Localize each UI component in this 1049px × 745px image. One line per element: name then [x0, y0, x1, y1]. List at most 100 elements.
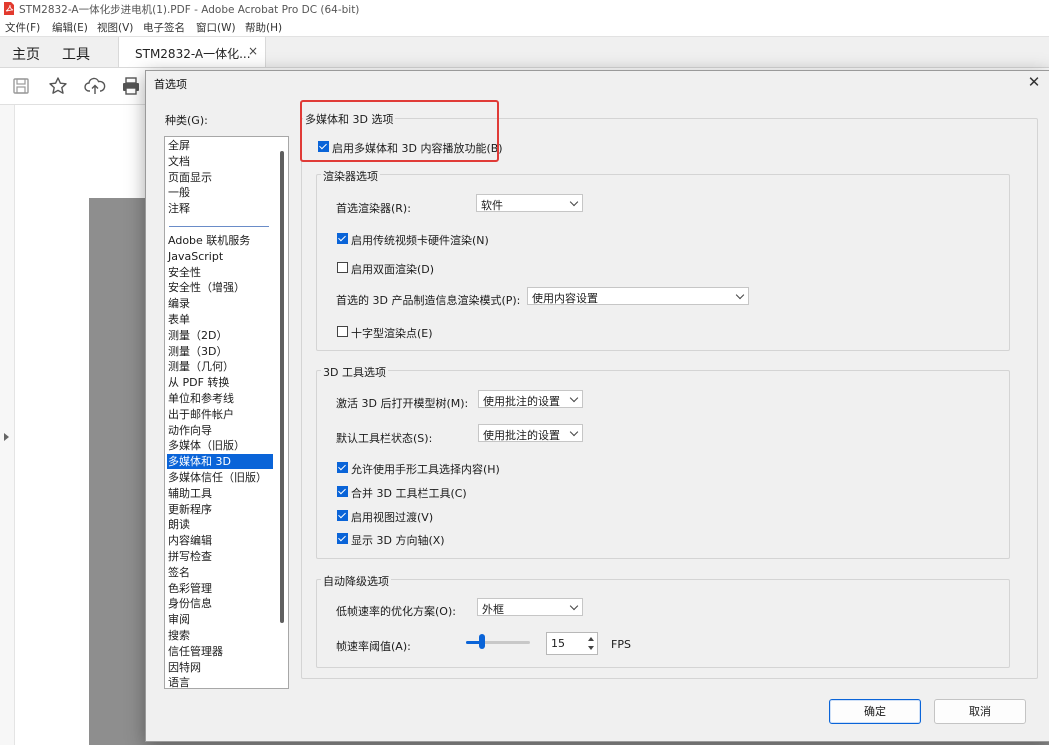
category-item[interactable]: 搜索 — [167, 628, 273, 643]
category-item[interactable]: 语言 — [167, 675, 273, 688]
menu-edit[interactable]: 编辑(E) — [52, 20, 88, 35]
double-sided-checkbox[interactable] — [337, 262, 348, 273]
view-transitions-checkbox[interactable] — [337, 510, 348, 521]
category-item[interactable]: 文档 — [167, 154, 273, 169]
category-item[interactable]: 表单 — [167, 312, 273, 327]
menu-file[interactable]: 文件(F) — [5, 20, 40, 35]
open-model-tree-select[interactable]: 使用批注的设置 — [478, 390, 583, 408]
navigation-pane-collapsed — [0, 105, 15, 745]
category-label: 种类(G): — [165, 114, 208, 127]
category-list[interactable]: 全屏 文档 页面显示 一般 注释 Adobe 联机服务 JavaScript 安全性 安全性（… — [164, 136, 289, 689]
toolbar-state-value: 使用批注的设置 — [483, 429, 560, 442]
category-item[interactable]: 注释 — [167, 201, 273, 216]
preferred-renderer-label: 首选渲染器(R): — [336, 202, 411, 215]
category-item[interactable]: Adobe 联机服务 — [167, 233, 273, 248]
pdf-icon — [4, 2, 14, 15]
toolbar-state-label: 默认工具栏状态(S): — [336, 432, 433, 445]
category-item[interactable]: 单位和参考线 — [167, 391, 273, 406]
hand-tool-checkbox[interactable] — [337, 462, 348, 473]
star-icon[interactable] — [47, 75, 69, 97]
category-item[interactable]: 签名 — [167, 565, 273, 580]
preferred-renderer-select[interactable]: 软件 — [476, 194, 583, 212]
pmi-mode-value: 使用内容设置 — [532, 292, 598, 305]
tab-tools[interactable]: 工具 — [62, 44, 90, 64]
category-item[interactable]: 出于邮件帐户 — [167, 407, 273, 422]
menu-esign[interactable]: 电子签名 — [143, 20, 185, 35]
close-tab-icon[interactable]: × — [248, 44, 258, 58]
menu-view[interactable]: 视图(V) — [97, 20, 133, 35]
low-fps-value: 外框 — [482, 603, 504, 616]
tab-home[interactable]: 主页 — [12, 44, 40, 64]
low-fps-label: 低帧速率的优化方案(O): — [336, 605, 456, 618]
category-scrollbar[interactable] — [277, 139, 286, 686]
view-transitions-label: 启用视图过渡(V) — [351, 511, 434, 524]
toolbar-state-select[interactable]: 使用批注的设置 — [478, 424, 583, 442]
expand-pane-arrow-icon[interactable] — [4, 433, 9, 441]
category-item[interactable]: 色彩管理 — [167, 581, 273, 596]
ok-button[interactable]: 确定 — [829, 699, 921, 724]
category-item[interactable]: 身份信息 — [167, 596, 273, 611]
pmi-mode-select[interactable]: 使用内容设置 — [527, 287, 749, 305]
fps-value: 15 — [551, 637, 565, 650]
category-item[interactable]: 动作向导 — [167, 423, 273, 438]
cloud-upload-icon[interactable] — [84, 75, 106, 97]
dialog-title: 首选项 — [154, 78, 187, 91]
pmi-mode-label: 首选的 3D 产品制造信息渲染模式(P): — [336, 294, 521, 307]
hw-render-checkbox[interactable] — [337, 233, 348, 244]
open-model-tree-value: 使用批注的设置 — [483, 395, 560, 408]
show-axes-checkbox[interactable] — [337, 533, 348, 544]
category-item[interactable]: 多媒体信任（旧版） — [167, 470, 273, 485]
category-item[interactable]: 页面显示 — [167, 170, 273, 185]
merge-toolbar-checkbox[interactable] — [337, 486, 348, 497]
category-item[interactable]: 多媒体（旧版） — [167, 438, 273, 453]
category-item[interactable]: 信任管理器 — [167, 644, 273, 659]
save-icon[interactable] — [10, 75, 32, 97]
close-icon[interactable]: ✕ — [1025, 73, 1043, 91]
low-fps-select[interactable]: 外框 — [477, 598, 583, 616]
chevron-down-icon — [569, 393, 579, 403]
category-item[interactable]: 因特网 — [167, 660, 273, 675]
category-item[interactable]: JavaScript — [167, 249, 273, 264]
category-item[interactable]: 测量（几何） — [167, 359, 273, 374]
hand-tool-label: 允许使用手形工具选择内容(H) — [351, 463, 500, 476]
spin-down-icon[interactable] — [588, 646, 594, 650]
tab-document[interactable]: STM2832-A一体化... × — [118, 37, 266, 67]
renderer-group-title: 渲染器选项 — [321, 168, 380, 184]
category-item[interactable]: 审阅 — [167, 612, 273, 627]
category-item[interactable]: 朗读 — [167, 517, 273, 532]
menu-help[interactable]: 帮助(H) — [245, 20, 282, 35]
crosshair-label: 十字型渲染点(E) — [351, 327, 433, 340]
show-axes-label: 显示 3D 方向轴(X) — [351, 534, 445, 547]
category-item[interactable]: 拼写检查 — [167, 549, 273, 564]
annotation-highlight-box — [300, 100, 499, 162]
chevron-down-icon — [569, 601, 579, 611]
merge-toolbar-label: 合并 3D 工具栏工具(C) — [351, 487, 467, 500]
app-title-bar: STM2832-A一体化步进电机(1).PDF - Adobe Acrobat … — [0, 0, 1049, 18]
print-icon[interactable] — [120, 75, 142, 97]
category-item[interactable]: 安全性（增强） — [167, 280, 273, 295]
category-item[interactable]: 全屏 — [167, 138, 273, 153]
category-item[interactable]: 测量（3D） — [167, 344, 273, 359]
fps-slider-thumb[interactable] — [479, 634, 485, 649]
double-sided-label: 启用双面渲染(D) — [351, 263, 435, 276]
category-item[interactable]: 测量（2D） — [167, 328, 273, 343]
fps-spinbox[interactable]: 15 — [546, 632, 598, 655]
category-item[interactable]: 更新程序 — [167, 502, 273, 517]
menu-window[interactable]: 窗口(W) — [196, 20, 236, 35]
3d-tools-group-title: 3D 工具选项 — [321, 364, 388, 380]
spin-up-icon[interactable] — [588, 637, 594, 641]
category-item[interactable]: 编录 — [167, 296, 273, 311]
preferred-renderer-value: 软件 — [481, 199, 503, 212]
category-item[interactable]: 内容编辑 — [167, 533, 273, 548]
category-item[interactable]: 一般 — [167, 185, 273, 200]
category-item[interactable]: 安全性 — [167, 265, 273, 280]
crosshair-checkbox[interactable] — [337, 326, 348, 337]
category-item[interactable]: 从 PDF 转换 — [167, 375, 273, 390]
cancel-button[interactable]: 取消 — [934, 699, 1026, 724]
fps-threshold-label: 帧速率阈值(A): — [336, 640, 411, 653]
scrollbar-thumb[interactable] — [280, 151, 284, 623]
category-item-selected[interactable]: 多媒体和 3D — [167, 454, 273, 470]
category-item[interactable]: 辅助工具 — [167, 486, 273, 501]
open-model-tree-label: 激活 3D 后打开模型树(M): — [336, 397, 469, 410]
category-separator — [169, 226, 269, 227]
